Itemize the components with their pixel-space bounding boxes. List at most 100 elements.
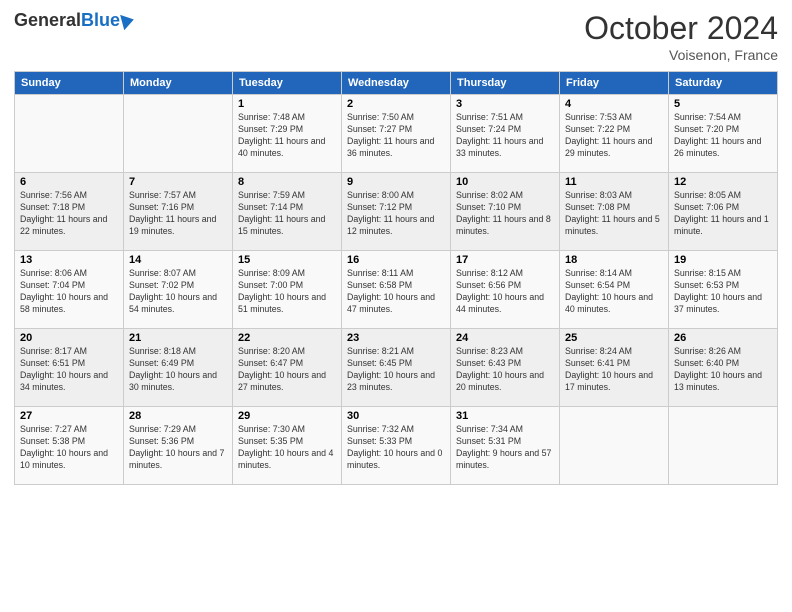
month-title: October 2024 (584, 10, 778, 47)
day-info: Sunrise: 7:32 AMSunset: 5:33 PMDaylight:… (347, 424, 445, 472)
title-block: October 2024 Voisenon, France (584, 10, 778, 63)
day-number: 2 (347, 98, 445, 110)
day-number: 21 (129, 332, 227, 344)
day-cell: 10 Sunrise: 8:02 AMSunset: 7:10 PMDayligh… (451, 173, 560, 251)
page: General Blue October 2024 Voisenon, Fran… (0, 0, 792, 612)
day-number: 16 (347, 254, 445, 266)
day-number: 14 (129, 254, 227, 266)
day-cell: 8Sunrise: 7:59 AMSunset: 7:14 PMDaylight… (233, 173, 342, 251)
day-cell: 9 Sunrise: 8:00 AMSunset: 7:12 PMDaylight… (342, 173, 451, 251)
day-info: Sunrise: 7:54 AMSunset: 7:20 PMDaylight:… (674, 112, 772, 160)
day-cell: 28 Sunrise: 7:29 AMSunset: 5:36 PMDayligh… (124, 407, 233, 485)
col-header-wednesday: Wednesday (342, 72, 451, 95)
day-cell: 22 Sunrise: 8:20 AMSunset: 6:47 PMDayligh… (233, 329, 342, 407)
day-number: 17 (456, 254, 554, 266)
day-cell: 27 Sunrise: 7:27 AMSunset: 5:38 PMDayligh… (15, 407, 124, 485)
day-info: Sunrise: 8:26 AMSunset: 6:40 PMDaylight:… (674, 346, 772, 394)
day-number: 22 (238, 332, 336, 344)
day-info: Sunrise: 8:20 AMSunset: 6:47 PMDaylight:… (238, 346, 336, 394)
day-info: Sunrise: 8:06 AMSunset: 7:04 PMDaylight:… (20, 268, 118, 316)
day-info: Sunrise: 7:59 AMSunset: 7:14 PMDaylight:… (238, 190, 336, 238)
header: General Blue October 2024 Voisenon, Fran… (14, 10, 778, 63)
day-cell: 17Sunrise: 8:12 AMSunset: 6:56 PMDayligh… (451, 251, 560, 329)
calendar-table: SundayMondayTuesdayWednesdayThursdayFrid… (14, 71, 778, 485)
day-cell: 7Sunrise: 7:57 AMSunset: 7:16 PMDaylight… (124, 173, 233, 251)
day-cell: 6Sunrise: 7:56 AMSunset: 7:18 PMDaylight… (15, 173, 124, 251)
day-cell: 29 Sunrise: 7:30 AMSunset: 5:35 PMDayligh… (233, 407, 342, 485)
day-cell (560, 407, 669, 485)
day-number: 23 (347, 332, 445, 344)
location: Voisenon, France (584, 47, 778, 63)
day-info: Sunrise: 8:18 AMSunset: 6:49 PMDaylight:… (129, 346, 227, 394)
col-header-monday: Monday (124, 72, 233, 95)
day-cell: 5Sunrise: 7:54 AMSunset: 7:20 PMDaylight… (669, 95, 778, 173)
day-number: 27 (20, 410, 118, 422)
day-info: Sunrise: 8:07 AMSunset: 7:02 PMDaylight:… (129, 268, 227, 316)
day-info: Sunrise: 7:29 AMSunset: 5:36 PMDaylight:… (129, 424, 227, 472)
col-header-saturday: Saturday (669, 72, 778, 95)
day-cell: 19 Sunrise: 8:15 AMSunset: 6:53 PMDayligh… (669, 251, 778, 329)
day-info: Sunrise: 7:50 AMSunset: 7:27 PMDaylight:… (347, 112, 445, 160)
week-row-1: 1Sunrise: 7:48 AMSunset: 7:29 PMDaylight… (15, 95, 778, 173)
day-number: 9 (347, 176, 445, 188)
day-number: 7 (129, 176, 227, 188)
day-cell: 25 Sunrise: 8:24 AMSunset: 6:41 PMDayligh… (560, 329, 669, 407)
day-number: 3 (456, 98, 554, 110)
day-info: Sunrise: 7:34 AMSunset: 5:31 PMDaylight:… (456, 424, 554, 472)
day-cell: 23 Sunrise: 8:21 AMSunset: 6:45 PMDayligh… (342, 329, 451, 407)
day-number: 19 (674, 254, 772, 266)
week-row-4: 20 Sunrise: 8:17 AMSunset: 6:51 PMDayligh… (15, 329, 778, 407)
day-cell: 26 Sunrise: 8:26 AMSunset: 6:40 PMDayligh… (669, 329, 778, 407)
day-number: 18 (565, 254, 663, 266)
day-cell: 24 Sunrise: 8:23 AMSunset: 6:43 PMDayligh… (451, 329, 560, 407)
day-cell: 11 Sunrise: 8:03 AMSunset: 7:08 PMDayligh… (560, 173, 669, 251)
logo: General Blue (14, 10, 134, 31)
day-cell: 3 Sunrise: 7:51 AMSunset: 7:24 PMDaylight… (451, 95, 560, 173)
day-cell (124, 95, 233, 173)
day-info: Sunrise: 8:05 AMSunset: 7:06 PMDaylight:… (674, 190, 772, 238)
day-info: Sunrise: 8:00 AMSunset: 7:12 PMDaylight:… (347, 190, 445, 238)
day-cell: 4Sunrise: 7:53 AMSunset: 7:22 PMDaylight… (560, 95, 669, 173)
day-info: Sunrise: 8:03 AMSunset: 7:08 PMDaylight:… (565, 190, 663, 238)
day-cell: 31 Sunrise: 7:34 AMSunset: 5:31 PMDayligh… (451, 407, 560, 485)
day-info: Sunrise: 7:27 AMSunset: 5:38 PMDaylight:… (20, 424, 118, 472)
day-info: Sunrise: 7:30 AMSunset: 5:35 PMDaylight:… (238, 424, 336, 472)
day-info: Sunrise: 8:21 AMSunset: 6:45 PMDaylight:… (347, 346, 445, 394)
day-number: 29 (238, 410, 336, 422)
day-cell: 12 Sunrise: 8:05 AMSunset: 7:06 PMDayligh… (669, 173, 778, 251)
day-number: 10 (456, 176, 554, 188)
day-cell: 21 Sunrise: 8:18 AMSunset: 6:49 PMDayligh… (124, 329, 233, 407)
day-info: Sunrise: 8:24 AMSunset: 6:41 PMDaylight:… (565, 346, 663, 394)
week-row-2: 6Sunrise: 7:56 AMSunset: 7:18 PMDaylight… (15, 173, 778, 251)
day-number: 31 (456, 410, 554, 422)
day-number: 12 (674, 176, 772, 188)
day-number: 4 (565, 98, 663, 110)
day-info: Sunrise: 8:11 AMSunset: 6:58 PMDaylight:… (347, 268, 445, 316)
day-cell: 1Sunrise: 7:48 AMSunset: 7:29 PMDaylight… (233, 95, 342, 173)
day-info: Sunrise: 8:15 AMSunset: 6:53 PMDaylight:… (674, 268, 772, 316)
day-info: Sunrise: 7:56 AMSunset: 7:18 PMDaylight:… (20, 190, 118, 238)
day-info: Sunrise: 8:02 AMSunset: 7:10 PMDaylight:… (456, 190, 554, 238)
logo-general-text: General (14, 10, 81, 31)
day-number: 11 (565, 176, 663, 188)
day-info: Sunrise: 8:14 AMSunset: 6:54 PMDaylight:… (565, 268, 663, 316)
day-number: 24 (456, 332, 554, 344)
logo-arrow-icon (120, 11, 136, 30)
day-number: 20 (20, 332, 118, 344)
day-info: Sunrise: 8:17 AMSunset: 6:51 PMDaylight:… (20, 346, 118, 394)
day-cell (669, 407, 778, 485)
day-number: 30 (347, 410, 445, 422)
day-info: Sunrise: 7:48 AMSunset: 7:29 PMDaylight:… (238, 112, 336, 160)
day-info: Sunrise: 7:51 AMSunset: 7:24 PMDaylight:… (456, 112, 554, 160)
header-row: SundayMondayTuesdayWednesdayThursdayFrid… (15, 72, 778, 95)
day-number: 25 (565, 332, 663, 344)
day-number: 13 (20, 254, 118, 266)
day-cell: 14 Sunrise: 8:07 AMSunset: 7:02 PMDayligh… (124, 251, 233, 329)
day-number: 28 (129, 410, 227, 422)
col-header-thursday: Thursday (451, 72, 560, 95)
day-info: Sunrise: 8:23 AMSunset: 6:43 PMDaylight:… (456, 346, 554, 394)
day-number: 15 (238, 254, 336, 266)
day-cell: 15Sunrise: 8:09 AMSunset: 7:00 PMDayligh… (233, 251, 342, 329)
day-number: 26 (674, 332, 772, 344)
week-row-5: 27 Sunrise: 7:27 AMSunset: 5:38 PMDayligh… (15, 407, 778, 485)
